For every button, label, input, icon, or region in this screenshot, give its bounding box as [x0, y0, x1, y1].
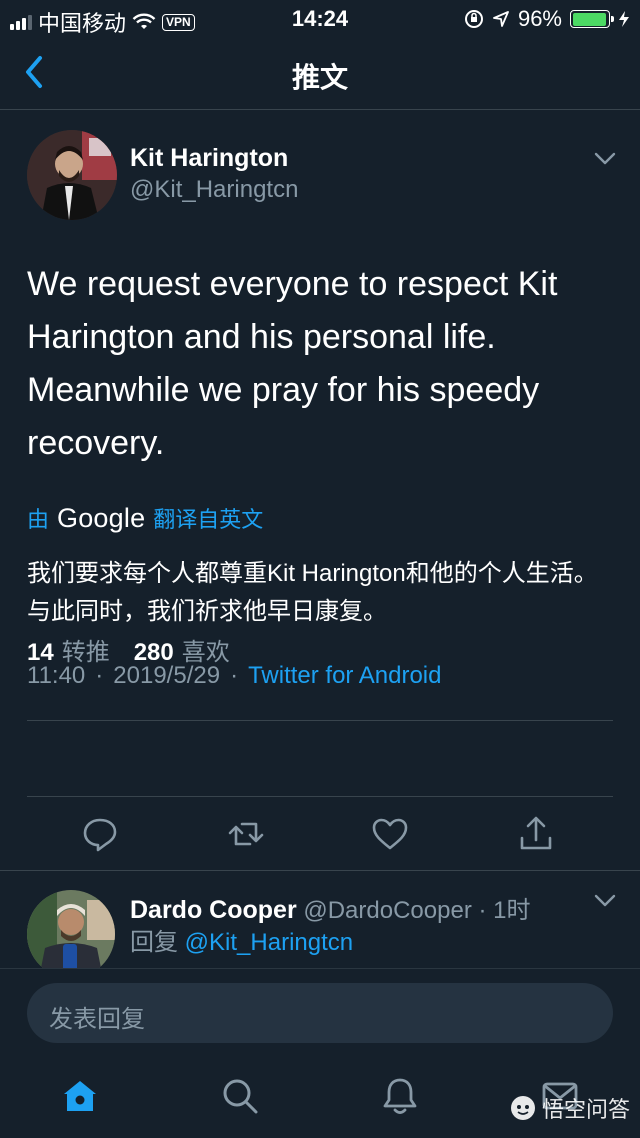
reply-context: 回复 @Kit_Haringtcn — [130, 922, 353, 957]
reply-separator: · — [478, 897, 487, 924]
share-button[interactable] — [516, 814, 556, 854]
translate-prefix: 由 — [27, 507, 50, 532]
chevron-down-icon — [594, 152, 616, 165]
translate-suffix[interactable]: 翻译自英文 — [153, 502, 263, 534]
search-icon — [223, 1079, 258, 1114]
reply-avatar[interactable] — [27, 890, 115, 968]
retweet-label[interactable]: 转推 — [62, 632, 110, 667]
nav-bar: 推文 — [0, 36, 640, 110]
meta-separator: · — [230, 662, 239, 689]
bell-icon — [383, 1078, 417, 1114]
reply-item[interactable]: Dardo Cooper @DardoCooper · 1时 回复 @Kit_H… — [0, 872, 640, 968]
like-button[interactable] — [370, 814, 410, 854]
wukong-logo-icon — [510, 1096, 535, 1120]
translated-text: 我们要求每个人都尊重Kit Harington和他的个人生活。与此同时，我们祈求… — [27, 560, 598, 625]
tweet-menu-button[interactable] — [594, 152, 616, 171]
retweet-button[interactable] — [226, 814, 266, 854]
translation-attribution: 由 Google 翻译自英文 — [27, 502, 263, 534]
reply-author-handle[interactable]: @DardoCooper — [303, 897, 471, 924]
retweet-icon — [228, 822, 264, 846]
home-icon — [64, 1081, 96, 1111]
section-divider — [0, 870, 640, 871]
reply-button[interactable] — [80, 814, 120, 854]
reply-menu-button[interactable] — [594, 894, 616, 913]
reply-composer: 发表回复 — [0, 968, 640, 1058]
page-title: 推文 — [291, 62, 348, 93]
reply-input[interactable]: 发表回复 — [27, 983, 613, 1043]
google-logo: Google — [57, 502, 146, 533]
charging-icon — [619, 11, 629, 27]
author-handle[interactable]: @Kit_Haringtcn — [130, 176, 298, 204]
author-avatar[interactable] — [27, 130, 117, 220]
tweet-text: We request everyone to respect Kit Harin… — [27, 265, 558, 462]
location-icon — [493, 11, 509, 27]
like-count[interactable]: 280 — [134, 639, 174, 667]
tab-bar: 悟空问答 — [0, 1058, 640, 1138]
author-name[interactable]: Kit Harington — [130, 144, 288, 173]
chevron-down-icon — [594, 894, 616, 907]
share-icon — [520, 816, 552, 850]
retweet-count[interactable]: 14 — [27, 639, 54, 667]
tab-notifications[interactable] — [380, 1076, 420, 1116]
status-bar: 中国移动 VPN 14:24 96% — [0, 0, 640, 36]
reply-age: 1时 — [493, 897, 531, 924]
tab-search[interactable] — [220, 1076, 260, 1116]
tweet-source-link[interactable]: Twitter for Android — [248, 662, 441, 690]
heart-icon — [372, 818, 408, 850]
divider — [27, 720, 613, 721]
battery-percent: 96% — [517, 6, 562, 31]
reply-author-name[interactable]: Dardo Cooper — [130, 896, 297, 924]
reply-header: Dardo Cooper @DardoCooper · 1时 — [130, 890, 531, 925]
like-label[interactable]: 喜欢 — [182, 632, 230, 667]
avatar-image — [27, 130, 117, 220]
rotation-lock-icon — [464, 10, 483, 28]
reply-prefix: 回复 — [130, 929, 178, 956]
watermark-text: 悟空问答 — [541, 1097, 630, 1122]
divider — [27, 796, 613, 797]
battery-icon — [570, 10, 614, 28]
tweet-stats: 14 转推 280 喜欢 — [27, 632, 230, 667]
reply-avatar-image — [27, 890, 115, 968]
tweet-actions — [0, 810, 640, 870]
reply-icon — [83, 818, 117, 852]
reply-mention[interactable]: @Kit_Haringtcn — [185, 929, 353, 956]
tab-home[interactable] — [60, 1076, 100, 1116]
watermark: 悟空问答 — [510, 1092, 630, 1124]
